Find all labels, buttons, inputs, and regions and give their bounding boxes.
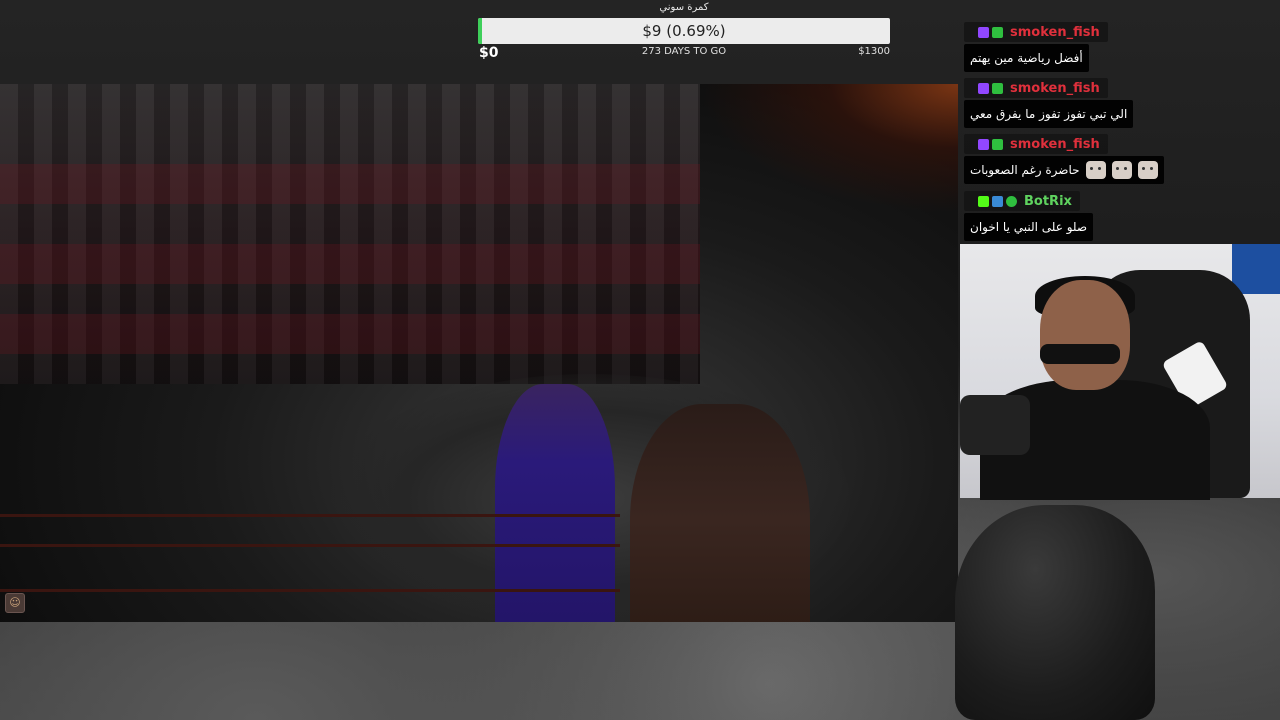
verified-check-icon [992, 138, 1003, 150]
goal-progress-bar: $9 (0.69%) [478, 18, 890, 44]
chat-message-text: الي تبي تفوز تفوز ما يفرق معي [964, 100, 1134, 128]
chat-message-header: smoken_fish [964, 134, 1108, 154]
main-video [0, 84, 958, 622]
chat-message-text: أفضل رياضية مين يهتم [964, 44, 1089, 72]
audience-row [0, 164, 700, 204]
cat-emote-icon [1085, 161, 1106, 179]
microphone [960, 395, 1030, 455]
cat-emote-icon [1137, 161, 1158, 179]
kick-icon [978, 195, 989, 207]
wall-poster [1232, 244, 1280, 294]
chat-overlay: smoken_fish أفضل رياضية مين يهتم smoken_… [962, 20, 1280, 244]
chat-username: smoken_fish [1010, 24, 1100, 40]
chat-text: حاضرة رغم الصعوبات [970, 163, 1080, 177]
sunglasses [1040, 344, 1120, 364]
verified-check-icon [992, 82, 1003, 94]
chat-text: أفضل رياضية مين يهتم [970, 51, 1083, 65]
audience [0, 84, 700, 384]
donation-goal-widget: كمرة سوني $9 (0.69%) $0 273 DAYS TO GO $… [478, 0, 890, 64]
twitch-prime-icon [978, 138, 989, 150]
bot-icon [992, 195, 1003, 207]
man-with-crutches [630, 404, 810, 622]
goal-days-remaining: 273 DAYS TO GO [641, 46, 727, 57]
stage-rail [0, 589, 620, 592]
streamer-face [1040, 280, 1130, 390]
cat-emote-icon [1111, 161, 1132, 179]
goal-end-label: $1300 [858, 46, 890, 57]
chat-message-header: smoken_fish [964, 78, 1108, 98]
chat-message-header: BotRix [964, 191, 1080, 211]
audience-row [0, 244, 700, 284]
stage-rail [0, 544, 620, 547]
chat-username: smoken_fish [1010, 136, 1100, 152]
verified-check-icon [1006, 195, 1017, 207]
stage-rail [0, 514, 620, 517]
audience-row [0, 314, 700, 354]
goal-title: كمرة سوني [659, 2, 709, 13]
dark-figure [955, 505, 1155, 720]
chat-message-header: smoken_fish [964, 22, 1108, 42]
channel-logo-icon: ☺ [5, 593, 25, 613]
chat-username: BotRix [1024, 193, 1072, 209]
chat-text: الي تبي تفوز تفوز ما يفرق معي [970, 107, 1128, 121]
stage-light-glow [698, 84, 958, 214]
goal-amount: $9 (0.69%) [642, 22, 726, 40]
chat-text: صلو على النبي يا اخوان [970, 220, 1088, 234]
chat-username: smoken_fish [1010, 80, 1100, 96]
chat-message-text: حاضرة رغم الصعوبات [964, 156, 1164, 184]
twitch-prime-icon [978, 82, 989, 94]
twitch-prime-icon [978, 26, 989, 38]
verified-check-icon [992, 26, 1003, 38]
woman-in-purple-suit [495, 384, 615, 622]
chat-message-text: صلو على النبي يا اخوان [964, 213, 1094, 241]
